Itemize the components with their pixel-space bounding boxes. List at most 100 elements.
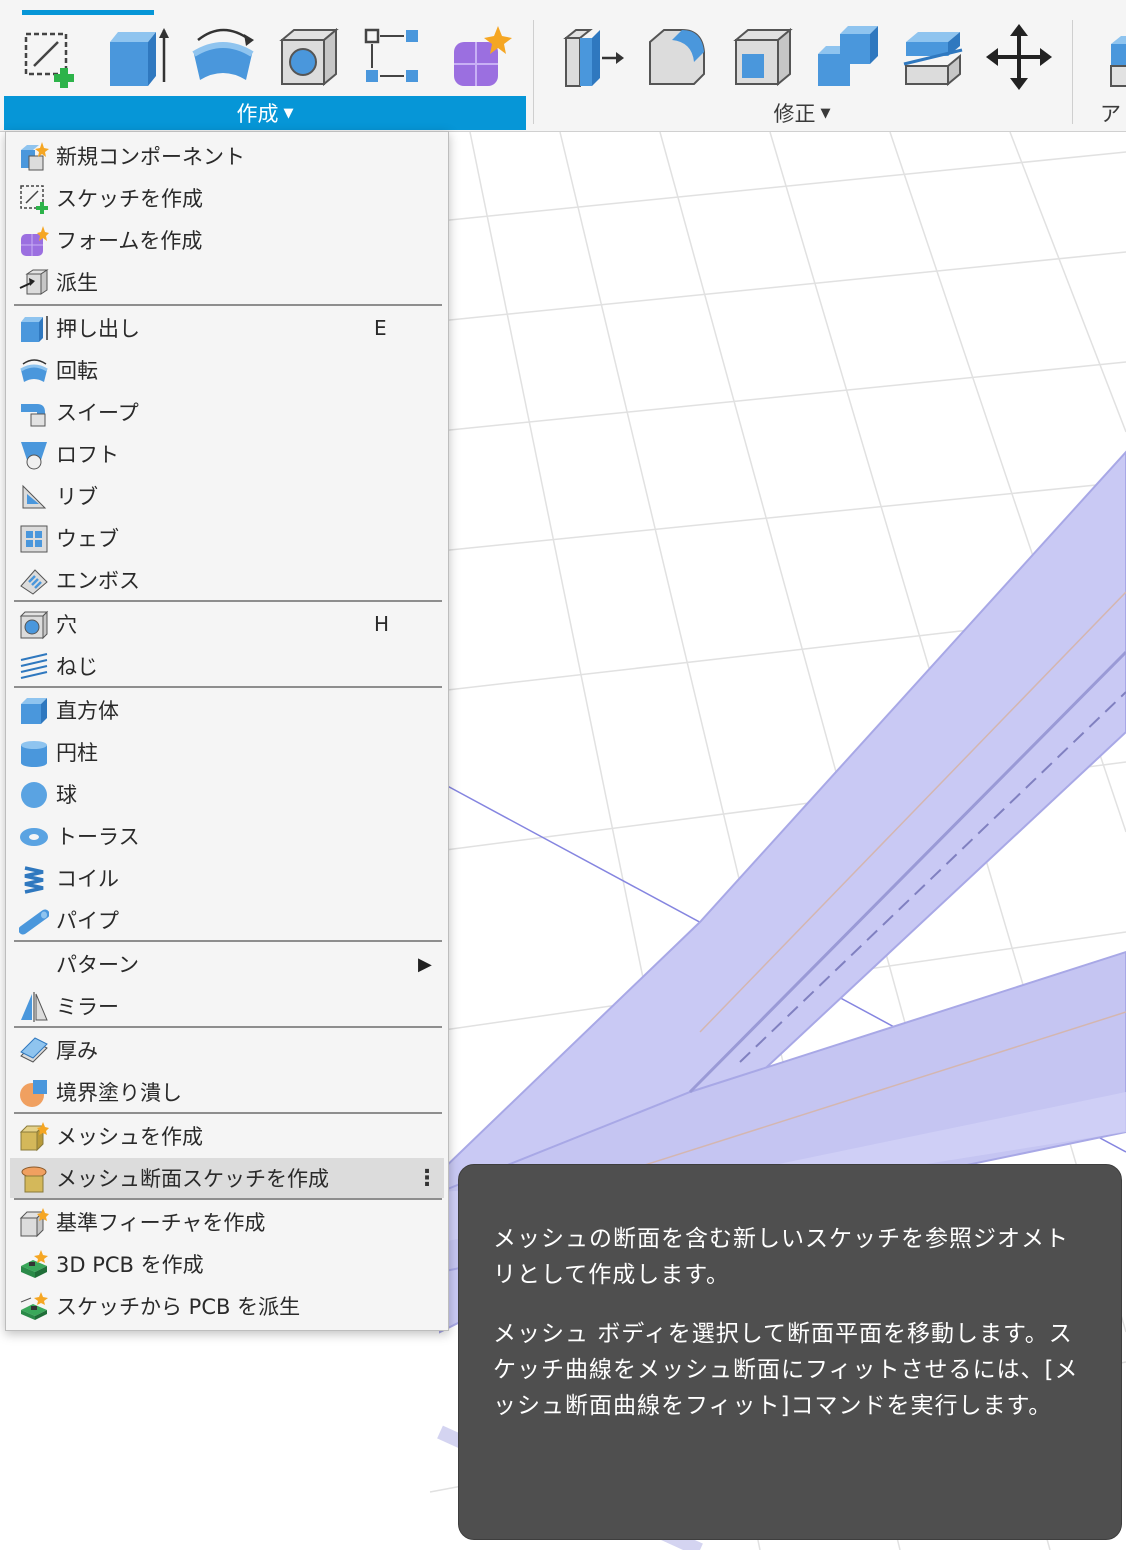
active-tab-indicator [22, 10, 154, 15]
create-form-icon[interactable] [446, 22, 516, 92]
menu-item-sweep[interactable]: スイープ [10, 392, 444, 432]
menu-item-pattern[interactable]: パターン ▶ [10, 944, 444, 984]
menu-item-base-feature[interactable]: 基準フィーチャを作成 [10, 1202, 444, 1242]
shell-icon[interactable] [728, 22, 798, 92]
assemble-component-icon[interactable] [1090, 22, 1126, 92]
menu-item-label: 押し出し [56, 317, 140, 341]
extrude-icon[interactable] [102, 22, 172, 92]
modify-group-button[interactable]: 修正 ▼ [536, 96, 1068, 130]
menu-item-new-component[interactable]: 新規コンポーネント [10, 136, 444, 176]
assemble-group-button[interactable]: ア [1078, 96, 1126, 130]
menu-item-create-mesh-section-sketch[interactable]: メッシュ断面スケッチを作成 ⋮ [10, 1158, 444, 1198]
menu-item-create-3d-pcb[interactable]: 3D PCB を作成 [10, 1244, 444, 1284]
create-3d-pcb-icon [18, 1249, 50, 1281]
menu-item-hole[interactable]: 穴 H [10, 604, 444, 644]
box-icon [18, 695, 50, 727]
menu-item-label: 厚み [56, 1039, 98, 1063]
create-group-button[interactable]: 作成 ▼ [4, 96, 526, 130]
menu-item-label: スケッチを作成 [56, 187, 203, 211]
menu-item-torus[interactable]: トーラス [10, 816, 444, 856]
menu-separator [14, 1112, 442, 1114]
extrude-icon [18, 313, 50, 345]
menu-item-label: 派生 [56, 271, 98, 295]
chevron-down-icon: ▼ [820, 105, 831, 121]
more-options-icon[interactable]: ⋮ [416, 1166, 438, 1191]
menu-item-boundary-fill[interactable]: 境界塗り潰し [10, 1072, 444, 1112]
menu-item-mirror[interactable]: ミラー [10, 986, 444, 1026]
mirror-icon [18, 991, 50, 1023]
press-pull-icon[interactable] [558, 22, 628, 92]
menu-item-label: 球 [56, 783, 77, 807]
base-feature-icon [18, 1207, 50, 1239]
menu-item-label: パターン [56, 953, 139, 977]
revolve-icon[interactable] [188, 22, 258, 92]
menu-item-box[interactable]: 直方体 [10, 690, 444, 730]
menu-item-rib[interactable]: リブ [10, 476, 444, 516]
menu-item-revolve[interactable]: 回転 [10, 350, 444, 390]
menu-item-thread[interactable]: ねじ [10, 646, 444, 686]
combine-icon[interactable] [812, 22, 882, 92]
menu-item-create-mesh[interactable]: メッシュを作成 [10, 1116, 444, 1156]
menu-item-label: メッシュ断面スケッチを作成 [56, 1167, 329, 1191]
shortcut-key: H [374, 612, 390, 636]
menu-item-web[interactable]: ウェブ [10, 518, 444, 558]
menu-item-label: フォームを作成 [56, 229, 203, 253]
sweep-icon [18, 397, 50, 429]
move-icon[interactable] [984, 22, 1054, 92]
menu-item-label: 3D PCB を作成 [56, 1253, 204, 1277]
menu-item-label: 穴 [56, 613, 77, 637]
menu-item-label: ロフト [56, 443, 119, 467]
emboss-icon [18, 565, 50, 597]
menu-item-label: スイープ [56, 401, 139, 425]
create-form-icon [18, 225, 50, 257]
create-group-label: 作成 [236, 102, 279, 126]
pattern-icon[interactable] [358, 22, 428, 92]
menu-item-coil[interactable]: コイル [10, 858, 444, 898]
menu-item-label: リブ [56, 485, 98, 509]
menu-item-loft[interactable]: ロフト [10, 434, 444, 474]
menu-item-extrude[interactable]: 押し出し E [10, 308, 444, 348]
menu-item-label: コイル [56, 867, 119, 891]
hole-icon[interactable] [274, 22, 344, 92]
chevron-down-icon: ▼ [283, 105, 294, 121]
revolve-icon [18, 355, 50, 387]
pipe-icon [18, 905, 50, 937]
menu-item-label: スケッチから PCB を派生 [56, 1295, 301, 1319]
shortcut-key: E [374, 316, 387, 340]
new-component-icon [18, 141, 50, 173]
fillet-icon[interactable] [642, 22, 712, 92]
submenu-arrow-icon: ▶ [418, 953, 432, 975]
offset-face-icon[interactable] [898, 22, 968, 92]
menu-separator [14, 1026, 442, 1028]
menu-item-label: ねじ [56, 655, 98, 679]
group-separator [533, 20, 534, 124]
menu-item-label: エンボス [56, 569, 140, 593]
menu-item-label: 境界塗り潰し [56, 1081, 182, 1105]
menu-item-cylinder[interactable]: 円柱 [10, 732, 444, 772]
menu-item-label: パイプ [56, 909, 119, 933]
menu-separator [14, 686, 442, 688]
create-dropdown-menu: 新規コンポーネント スケッチを作成 フォームを作成 派生 押し出し E 回転 ス… [5, 131, 449, 1331]
menu-item-pipe[interactable]: パイプ [10, 900, 444, 940]
web-icon [18, 523, 50, 555]
assemble-group-label: ア [1100, 102, 1121, 126]
menu-separator [14, 600, 442, 602]
menu-item-thicken[interactable]: 厚み [10, 1030, 444, 1070]
menu-item-create-form[interactable]: フォームを作成 [10, 220, 444, 260]
create-sketch-icon [18, 183, 50, 215]
menu-item-derive-pcb-from-sketch[interactable]: スケッチから PCB を派生 [10, 1286, 444, 1326]
create-sketch-icon[interactable] [16, 22, 86, 92]
coil-icon [18, 863, 50, 895]
group-separator [1072, 20, 1073, 124]
modify-group-label: 修正 [773, 102, 816, 126]
menu-separator [14, 1198, 442, 1200]
boundary-fill-icon [18, 1077, 50, 1109]
hole-icon [18, 609, 50, 641]
menu-item-label: ウェブ [56, 527, 119, 551]
menu-item-derive[interactable]: 派生 [10, 262, 444, 302]
tooltip-usage: メッシュ ボディを選択して断面平面を移動します。スケッチ曲線をメッシュ断面にフィ… [493, 1321, 1079, 1419]
menu-item-sphere[interactable]: 球 [10, 774, 444, 814]
menu-item-create-sketch[interactable]: スケッチを作成 [10, 178, 444, 218]
menu-item-label: トーラス [56, 825, 140, 849]
menu-item-emboss[interactable]: エンボス [10, 560, 444, 600]
